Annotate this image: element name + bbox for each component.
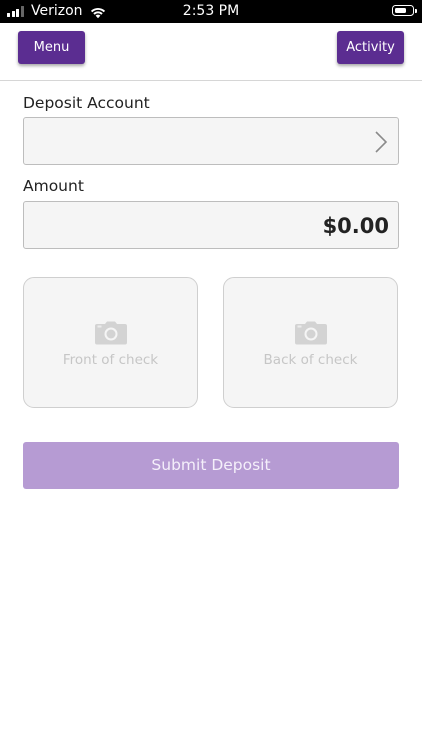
status-time: 2:53 PM [182, 3, 240, 19]
camera-icon [294, 321, 327, 345]
back-of-check-button[interactable]: Back of check [223, 277, 398, 408]
battery-level [394, 7, 407, 13]
amount-value: $0.00 [322, 214, 389, 238]
activity-button[interactable]: Activity [337, 31, 404, 64]
amount-label: Amount [23, 177, 84, 195]
back-of-check-label: Back of check [263, 352, 358, 368]
status-bar: Verizon 2:53 PM [0, 0, 422, 23]
submit-deposit-button[interactable]: Submit Deposit [23, 442, 399, 489]
front-of-check-label: Front of check [62, 352, 159, 368]
nav-bar: Menu Activity [0, 23, 422, 81]
amount-input[interactable]: $0.00 [23, 201, 399, 249]
deposit-account-select[interactable] [23, 117, 399, 165]
battery-icon [392, 5, 417, 16]
front-of-check-button[interactable]: Front of check [23, 277, 198, 408]
chevron-right-icon [375, 131, 388, 153]
deposit-account-label: Deposit Account [23, 94, 150, 112]
camera-icon [94, 321, 127, 345]
menu-button[interactable]: Menu [18, 31, 85, 64]
